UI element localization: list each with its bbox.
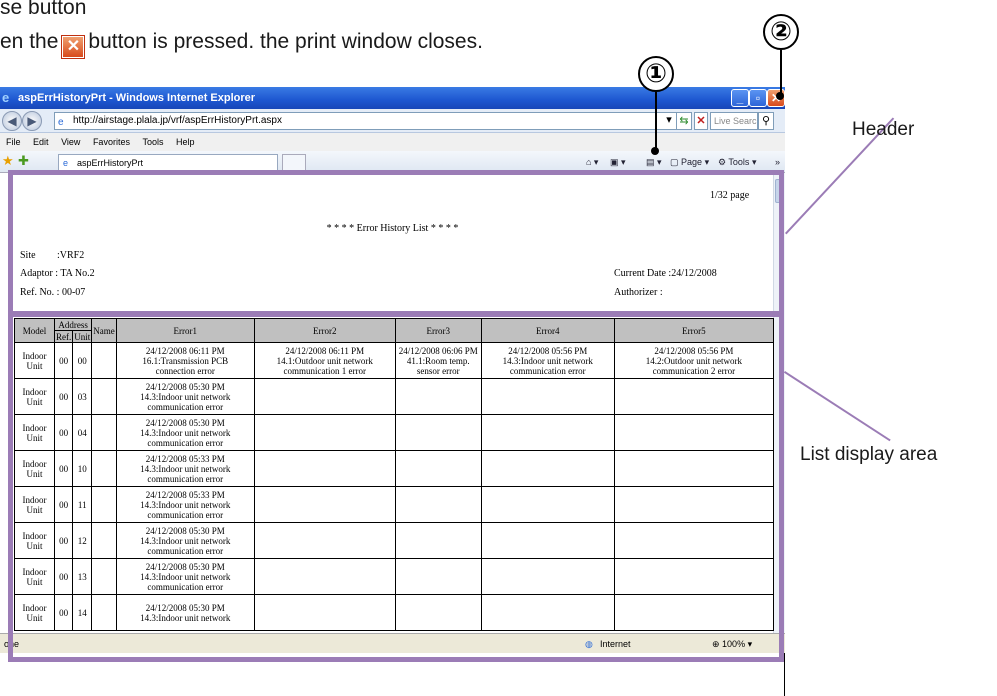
tab-title: aspErrHistoryPrt [77,158,144,168]
tools-menu-label: Tools [728,157,750,167]
forward-button[interactable]: ▶ [22,111,42,131]
close-icon: ✕ [61,35,86,59]
ie-logo-icon: e [2,90,10,105]
instruction-line-1: se button [0,0,87,19]
window-title: aspErrHistoryPrt - Windows Internet Expl… [18,92,256,104]
forward-icon: ▶ [27,114,37,128]
callout-number-1: ① [638,56,674,92]
search-icon: ⚲ [761,115,771,127]
menu-tools[interactable]: Tools [142,137,163,147]
search-input[interactable]: Live Search [710,112,758,130]
instruction-line-2: en the ✕ button is pressed. the print wind… [0,30,483,59]
list-leader-line [783,371,891,442]
address-bar-row: ◀ ▶ e http://airstage.plala.jp/vrf/aspErr… [0,109,785,133]
page-icon: ▢ [670,157,679,167]
header-label: Header [852,119,915,140]
instruction-suffix: button is pressed. the print window clos… [88,30,483,53]
refresh-icon: ⇆ [679,115,689,127]
instruction-prefix: en the [0,30,59,53]
stop-button[interactable]: ✕ [694,112,708,130]
list-area-highlight [8,312,784,662]
menu-view[interactable]: View [61,137,80,147]
maximize-button[interactable]: ▫ [749,89,767,107]
add-favorite-icon[interactable]: ✚ [18,154,29,168]
stop-icon: ✕ [696,115,706,127]
callout-number-2: ② [763,14,799,50]
pointer-line-1 [655,92,657,150]
pointer-dot-1 [651,147,659,155]
header-highlight [8,170,784,316]
tools-icon: ⚙ [718,157,727,167]
menu-edit[interactable]: Edit [33,137,49,147]
title-bar: e aspErrHistoryPrt - Windows Internet Ex… [0,87,785,109]
star-icon[interactable]: ★ [2,154,14,168]
refresh-button[interactable]: ⇆ [676,112,692,130]
menu-file[interactable]: File [6,137,21,147]
pointer-line-2 [780,50,782,96]
page-icon: e [58,117,64,128]
menu-help[interactable]: Help [176,137,195,147]
back-button[interactable]: ◀ [2,111,22,131]
menu-bar: File Edit View Favorites Tools Help [0,133,785,151]
back-icon: ◀ [7,114,17,128]
menu-favorites[interactable]: Favorites [93,137,130,147]
address-dropdown[interactable]: ▾ [662,112,676,130]
pointer-dot-2 [776,92,784,100]
address-input[interactable]: e http://airstage.plala.jp/vrf/aspErrHist… [54,112,682,130]
address-text: http://airstage.plala.jp/vrf/aspErrHisto… [73,115,282,126]
search-button[interactable]: ⚲ [758,112,774,130]
list-area-label: List display area [800,444,938,465]
page-menu-label: Page [681,157,703,167]
minimize-button[interactable]: _ [731,89,749,107]
